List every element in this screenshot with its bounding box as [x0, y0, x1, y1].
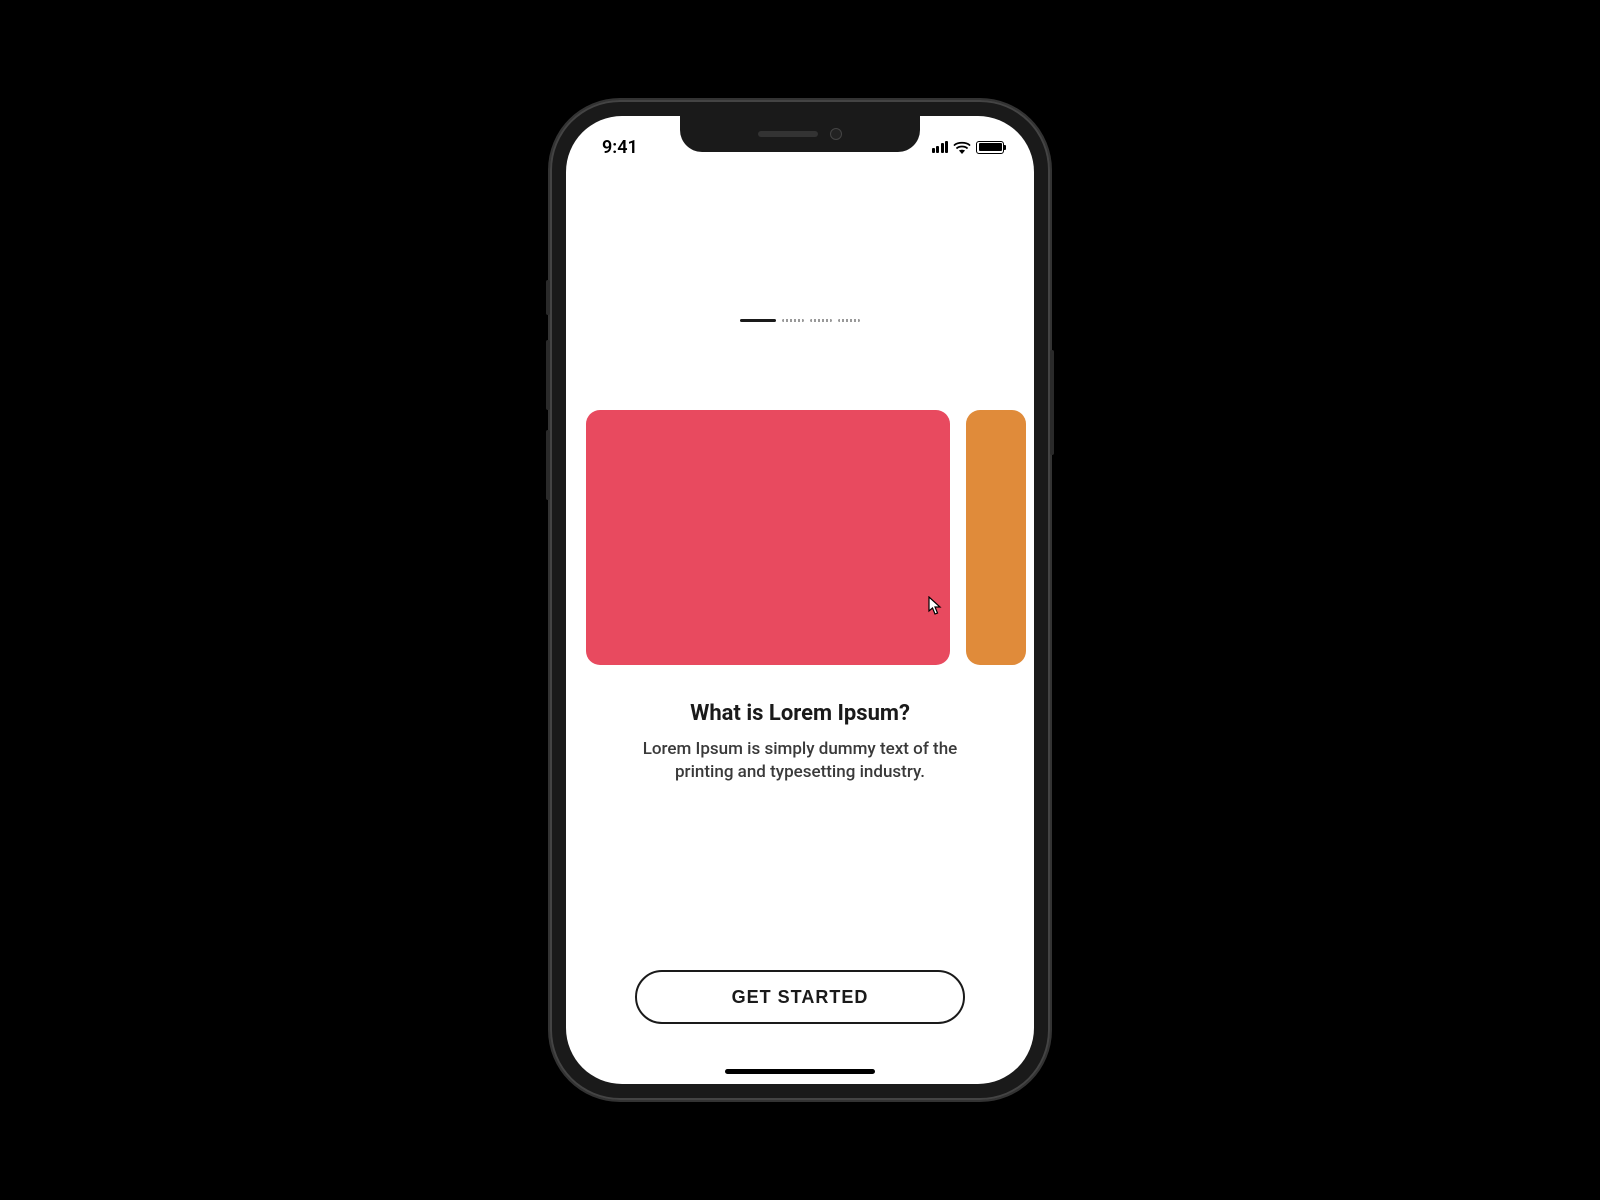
silent-switch: [546, 280, 550, 315]
page-indicator[interactable]: [566, 319, 1034, 322]
onboarding-body: Lorem Ipsum is simply dummy text of the …: [624, 738, 976, 784]
status-icons: [932, 141, 1005, 154]
onboarding-carousel[interactable]: [566, 410, 1034, 665]
device-notch: [680, 116, 920, 152]
phone-device-frame: 9:41: [550, 100, 1050, 1100]
page-dot-3[interactable]: [810, 319, 832, 322]
page-dot-2[interactable]: [782, 319, 804, 322]
carousel-card-2[interactable]: [966, 410, 1026, 665]
cursor-icon: [928, 596, 942, 616]
volume-up-button: [546, 340, 550, 410]
cellular-signal-icon: [932, 141, 949, 153]
power-button: [1050, 350, 1054, 455]
battery-icon: [976, 141, 1004, 154]
get-started-button[interactable]: GET STARTED: [635, 970, 965, 1024]
device-screen: 9:41: [566, 116, 1034, 1084]
front-camera: [830, 128, 842, 140]
status-time: 9:41: [602, 137, 638, 158]
onboarding-text-block: What is Lorem Ipsum? Lorem Ipsum is simp…: [566, 701, 1034, 784]
carousel-card-1[interactable]: [586, 410, 950, 665]
speaker-grille: [758, 131, 818, 137]
cta-area: GET STARTED: [566, 970, 1034, 1084]
page-dot-1[interactable]: [740, 319, 776, 322]
wifi-icon: [953, 141, 971, 154]
home-indicator[interactable]: [725, 1069, 875, 1074]
volume-down-button: [546, 430, 550, 500]
page-dot-4[interactable]: [838, 319, 860, 322]
onboarding-title: What is Lorem Ipsum?: [624, 701, 976, 726]
onboarding-content: What is Lorem Ipsum? Lorem Ipsum is simp…: [566, 116, 1034, 1084]
